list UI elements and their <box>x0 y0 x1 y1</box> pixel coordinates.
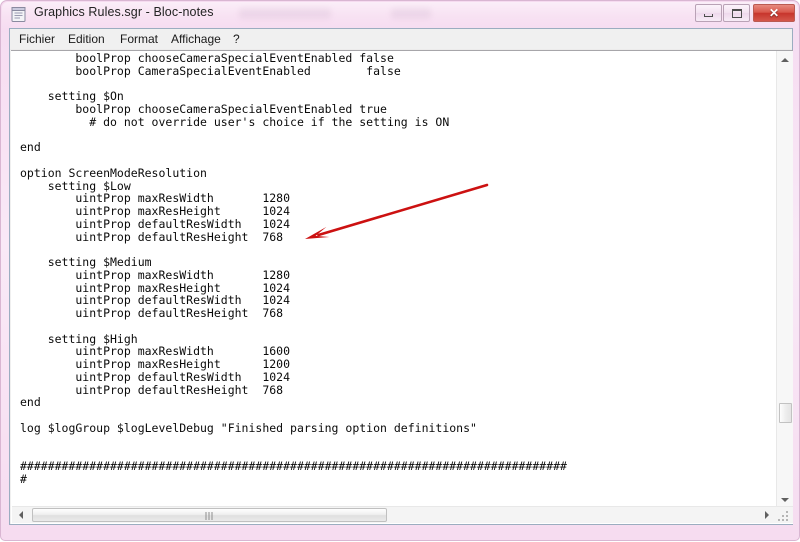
menu-bar: Fichier Edition Format Affichage ? <box>10 29 792 50</box>
horizontal-scrollbar-thumb[interactable] <box>32 508 387 522</box>
vertical-scrollbar-thumb[interactable] <box>779 403 792 423</box>
menu-item-fichier[interactable]: Fichier <box>16 32 58 46</box>
client-area: Fichier Edition Format Affichage ? boolP… <box>9 28 793 525</box>
minimize-icon <box>704 14 713 17</box>
close-button[interactable]: ✕ <box>753 4 795 22</box>
file-text-content[interactable]: boolProp chooseCameraSpecialEventEnabled… <box>20 52 567 486</box>
notepad-icon <box>10 6 27 23</box>
scroll-up-button[interactable] <box>777 51 793 68</box>
text-editor-area[interactable]: boolProp chooseCameraSpecialEventEnabled… <box>11 51 775 508</box>
window-title: Graphics Rules.sgr - Bloc-notes <box>34 5 214 19</box>
menu-item-format[interactable]: Format <box>117 32 161 46</box>
triangle-left-icon <box>18 511 23 519</box>
resize-grip-icon[interactable] <box>778 508 791 521</box>
scroll-left-button[interactable] <box>12 507 29 523</box>
triangle-right-icon <box>764 511 769 519</box>
triangle-up-icon <box>781 57 789 62</box>
vertical-scrollbar[interactable] <box>776 51 793 508</box>
minimize-button[interactable] <box>695 4 722 22</box>
menu-item-help[interactable]: ? <box>230 32 243 46</box>
triangle-down-icon <box>781 497 789 502</box>
scroll-right-button[interactable] <box>758 507 775 523</box>
editor-container: boolProp chooseCameraSpecialEventEnabled… <box>11 50 793 524</box>
notepad-window: Graphics Rules.sgr - Bloc-notes ✕ Fichie… <box>0 0 800 541</box>
close-icon: ✕ <box>768 6 780 20</box>
title-bar: Graphics Rules.sgr - Bloc-notes ✕ <box>1 1 800 28</box>
maximize-button[interactable] <box>723 4 750 22</box>
menu-item-affichage[interactable]: Affichage <box>168 32 224 46</box>
menu-item-edition[interactable]: Edition <box>65 32 108 46</box>
horizontal-scrollbar[interactable] <box>12 506 793 523</box>
scrollbar-grip-icon <box>205 512 214 520</box>
maximize-icon <box>732 9 742 18</box>
